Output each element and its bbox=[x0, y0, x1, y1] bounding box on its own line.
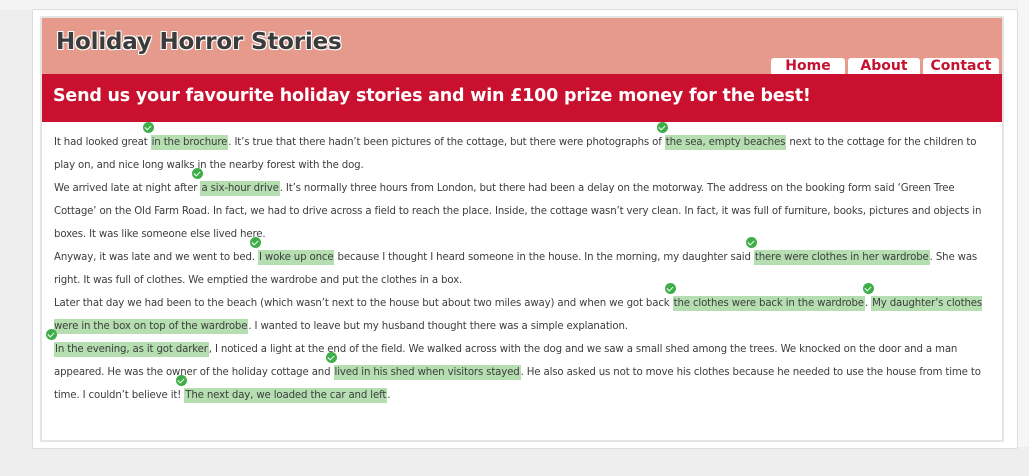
answer-highlight[interactable]: The next day, we loaded the car and left bbox=[176, 375, 388, 403]
story-text-segment: . I wanted to leave but my husband thoug… bbox=[248, 321, 628, 332]
answer-highlight[interactable]: the sea, empty beaches bbox=[656, 122, 787, 150]
story-paragraph-3: Anyway, it was late and we went to bed. … bbox=[54, 237, 984, 292]
check-icon bbox=[142, 122, 154, 133]
answer-text: In the evening, as it got darker bbox=[55, 344, 208, 355]
answer-text: the clothes were back in the wardrobe bbox=[673, 298, 864, 309]
site-header: Holiday Horror Stories Home About Contac… bbox=[42, 18, 1002, 74]
promo-text: Send us your favourite holiday stories a… bbox=[53, 86, 811, 106]
story-text-segment: . It’s true that there hadn’t been pictu… bbox=[228, 137, 665, 148]
content-card: Holiday Horror Stories Home About Contac… bbox=[32, 9, 1018, 449]
story-text-segment: because I thought I heard someone in the… bbox=[334, 252, 754, 263]
story-text: It had looked great in the brochure. It’… bbox=[46, 122, 984, 407]
right-gutter bbox=[1018, 0, 1029, 476]
story-text-segment: It had looked great bbox=[54, 137, 151, 148]
check-icon bbox=[664, 283, 676, 294]
answer-highlight[interactable]: in the brochure bbox=[142, 122, 229, 150]
answer-text: The next day, we loaded the car and left bbox=[185, 390, 387, 401]
check-icon bbox=[325, 352, 337, 363]
check-icon bbox=[863, 283, 875, 294]
story-text-segment: . bbox=[387, 390, 391, 401]
answer-text: the sea, empty beaches bbox=[665, 137, 786, 148]
check-icon bbox=[176, 375, 188, 386]
page-frame: Holiday Horror Stories Home About Contac… bbox=[40, 16, 1004, 442]
story-paragraph-2: We arrived late at night after a six-hou… bbox=[54, 168, 984, 246]
answer-highlight[interactable]: I woke up once bbox=[249, 237, 335, 265]
answer-text: in the brochure bbox=[151, 137, 228, 148]
nav-home-link[interactable]: Home bbox=[771, 58, 845, 74]
promo-banner: Send us your favourite holiday stories a… bbox=[42, 74, 1002, 122]
answer-text: lived in his shed when visitors stayed bbox=[334, 367, 520, 378]
check-icon bbox=[46, 329, 57, 340]
check-icon bbox=[192, 168, 204, 179]
nav-about-link[interactable]: About bbox=[848, 58, 920, 74]
answer-highlight[interactable]: there were clothes in her wardrobe bbox=[745, 237, 930, 265]
check-icon bbox=[656, 122, 668, 133]
story-paragraph-4: Later that day we had been to the beach … bbox=[54, 283, 984, 338]
answer-text: a six-hour drive bbox=[201, 183, 279, 194]
answer-highlight[interactable]: the clothes were back in the wardrobe bbox=[664, 283, 865, 311]
answer-highlight[interactable]: a six-hour drive bbox=[192, 168, 280, 196]
story-text-segment: Later that day we had been to the beach … bbox=[54, 298, 673, 309]
bottom-gutter bbox=[0, 447, 1029, 476]
answer-highlight[interactable]: In the evening, as it got darker bbox=[46, 329, 209, 357]
story-text-segment: We arrived late at night after bbox=[54, 183, 201, 194]
story-text-segment: Anyway, it was late and we went to bed. bbox=[54, 252, 258, 263]
check-icon bbox=[249, 237, 261, 248]
answer-text: I woke up once bbox=[258, 252, 334, 263]
answer-highlight[interactable]: lived in his shed when visitors stayed bbox=[325, 352, 521, 380]
site-title: Holiday Horror Stories bbox=[56, 29, 342, 55]
story-paragraph-5: In the evening, as it got darker, I noti… bbox=[46, 329, 984, 407]
answer-text: there were clothes in her wardrobe bbox=[754, 252, 929, 263]
nav-contact-link[interactable]: Contact bbox=[923, 58, 999, 74]
check-icon bbox=[745, 237, 757, 248]
